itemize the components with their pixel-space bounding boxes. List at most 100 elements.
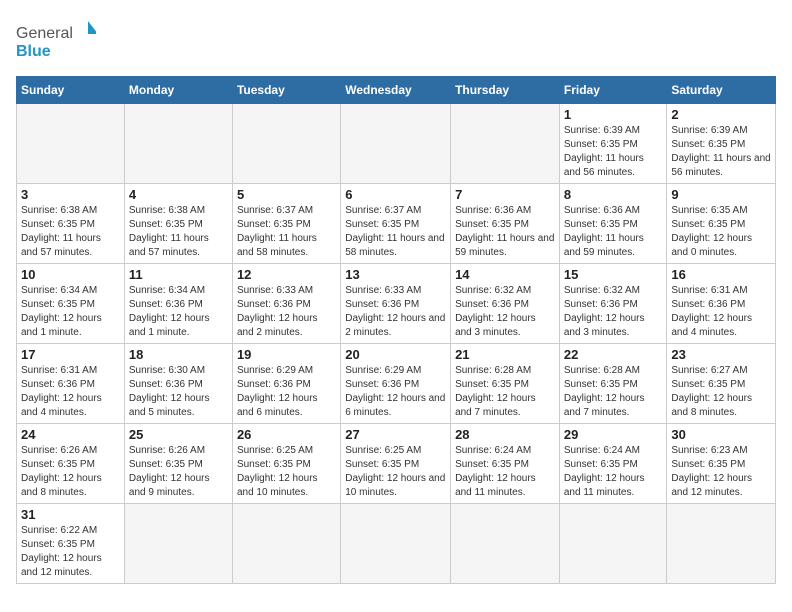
day-number: 13 [345,267,446,282]
calendar-cell: 17 Sunrise: 6:31 AM Sunset: 6:36 PM Dayli… [17,344,125,424]
calendar-cell: 12 Sunrise: 6:33 AM Sunset: 6:36 PM Dayli… [232,264,340,344]
calendar-cell: 13 Sunrise: 6:33 AM Sunset: 6:36 PM Dayli… [341,264,451,344]
calendar-cell: 4 Sunrise: 6:38 AM Sunset: 6:35 PM Daylig… [124,184,232,264]
calendar-cell: 6Sunrise: 6:37 AM Sunset: 6:35 PM Daylig… [341,184,451,264]
day-header-wednesday: Wednesday [341,77,451,104]
day-number: 20 [345,347,446,362]
day-number: 24 [21,427,120,442]
calendar-cell [124,504,232,584]
day-number: 15 [564,267,663,282]
calendar-cell: 16 Sunrise: 6:31 AM Sunset: 6:36 PM Dayli… [667,264,776,344]
calendar-cell: 25 Sunrise: 6:26 AM Sunset: 6:35 PM Dayli… [124,424,232,504]
day-number: 5 [237,187,336,202]
calendar-week-5: 24 Sunrise: 6:26 AM Sunset: 6:35 PM Dayli… [17,424,776,504]
day-number: 4 [129,187,228,202]
calendar-cell: 8Sunrise: 6:36 AM Sunset: 6:35 PM Daylig… [559,184,667,264]
calendar-cell: 15 Sunrise: 6:32 AM Sunset: 6:36 PM Dayli… [559,264,667,344]
day-info: Sunrise: 6:27 AM Sunset: 6:35 PM Dayligh… [671,364,771,420]
day-header-monday: Monday [124,77,232,104]
day-info: Sunrise: 6:30 AM Sunset: 6:36 PM Dayligh… [129,364,228,420]
logo-svg: General Blue [16,16,96,66]
calendar-cell [17,104,125,184]
day-info: Sunrise: 6:24 AM Sunset: 6:35 PM Dayligh… [455,444,555,500]
calendar-cell: 27Sunrise: 6:25 AM Sunset: 6:35 PM Dayli… [341,424,451,504]
calendar-cell: 24 Sunrise: 6:26 AM Sunset: 6:35 PM Dayli… [17,424,125,504]
day-info: Sunrise: 6:31 AM Sunset: 6:36 PM Dayligh… [671,284,771,340]
day-info: Sunrise: 6:33 AM Sunset: 6:36 PM Dayligh… [345,284,446,340]
calendar-cell [451,504,560,584]
calendar-cell [451,104,560,184]
day-info: Sunrise: 6:24 AM Sunset: 6:35 PM Dayligh… [564,444,663,500]
day-number: 27 [345,427,446,442]
calendar-cell: 5 Sunrise: 6:37 AM Sunset: 6:35 PM Daylig… [232,184,340,264]
day-info: Sunrise: 6:34 AM Sunset: 6:36 PM Dayligh… [129,284,228,340]
calendar-cell: 23 Sunrise: 6:27 AM Sunset: 6:35 PM Dayli… [667,344,776,424]
day-info: Sunrise: 6:32 AM Sunset: 6:36 PM Dayligh… [564,284,663,340]
calendar-cell: 10Sunrise: 6:34 AM Sunset: 6:35 PM Dayli… [17,264,125,344]
day-number: 7 [455,187,555,202]
calendar-week-1: 1 Sunrise: 6:39 AM Sunset: 6:35 PM Daylig… [17,104,776,184]
calendar-cell: 1Sunrise: 6:39 AM Sunset: 6:35 PM Daylig… [559,104,667,184]
day-info: Sunrise: 6:37 AM Sunset: 6:35 PM Dayligh… [237,204,336,260]
day-info: Sunrise: 6:39 AM Sunset: 6:35 PM Dayligh… [671,124,771,180]
day-info: Sunrise: 6:26 AM Sunset: 6:35 PM Dayligh… [129,444,228,500]
day-info: Sunrise: 6:29 AM Sunset: 6:36 PM Dayligh… [345,364,446,420]
calendar-cell: 2Sunrise: 6:39 AM Sunset: 6:35 PM Daylig… [667,104,776,184]
calendar-cell: 14Sunrise: 6:32 AM Sunset: 6:36 PM Dayli… [451,264,560,344]
day-info: Sunrise: 6:35 AM Sunset: 6:35 PM Dayligh… [671,204,771,260]
day-header-saturday: Saturday [667,77,776,104]
svg-text:General: General [16,25,73,42]
calendar-cell: 22Sunrise: 6:28 AM Sunset: 6:35 PM Dayli… [559,344,667,424]
day-info: Sunrise: 6:37 AM Sunset: 6:35 PM Dayligh… [345,204,446,260]
day-info: Sunrise: 6:32 AM Sunset: 6:36 PM Dayligh… [455,284,555,340]
day-info: Sunrise: 6:28 AM Sunset: 6:35 PM Dayligh… [455,364,555,420]
calendar-week-6: 31Sunrise: 6:22 AM Sunset: 6:35 PM Dayli… [17,504,776,584]
calendar-cell [559,504,667,584]
calendar-cell: 20 Sunrise: 6:29 AM Sunset: 6:36 PM Dayli… [341,344,451,424]
calendar-cell [232,504,340,584]
calendar-table: SundayMondayTuesdayWednesdayThursdayFrid… [16,76,776,584]
day-number: 31 [21,507,120,522]
day-header-thursday: Thursday [451,77,560,104]
calendar-cell: 21Sunrise: 6:28 AM Sunset: 6:35 PM Dayli… [451,344,560,424]
day-number: 26 [237,427,336,442]
calendar-cell: 9 Sunrise: 6:35 AM Sunset: 6:35 PM Daylig… [667,184,776,264]
day-info: Sunrise: 6:34 AM Sunset: 6:35 PM Dayligh… [21,284,120,340]
day-number: 16 [671,267,771,282]
day-info: Sunrise: 6:23 AM Sunset: 6:35 PM Dayligh… [671,444,771,500]
day-number: 23 [671,347,771,362]
calendar-week-3: 10Sunrise: 6:34 AM Sunset: 6:35 PM Dayli… [17,264,776,344]
day-info: Sunrise: 6:33 AM Sunset: 6:36 PM Dayligh… [237,284,336,340]
day-info: Sunrise: 6:28 AM Sunset: 6:35 PM Dayligh… [564,364,663,420]
calendar-week-2: 3Sunrise: 6:38 AM Sunset: 6:35 PM Daylig… [17,184,776,264]
day-number: 19 [237,347,336,362]
day-number: 25 [129,427,228,442]
calendar-cell [232,104,340,184]
calendar-cell: 7Sunrise: 6:36 AM Sunset: 6:35 PM Daylig… [451,184,560,264]
day-number: 17 [21,347,120,362]
day-number: 28 [455,427,555,442]
day-number: 9 [671,187,771,202]
day-info: Sunrise: 6:25 AM Sunset: 6:35 PM Dayligh… [237,444,336,500]
day-info: Sunrise: 6:29 AM Sunset: 6:36 PM Dayligh… [237,364,336,420]
logo: General Blue [16,16,96,66]
calendar-cell: 19 Sunrise: 6:29 AM Sunset: 6:36 PM Dayli… [232,344,340,424]
day-header-tuesday: Tuesday [232,77,340,104]
calendar-cell: 3Sunrise: 6:38 AM Sunset: 6:35 PM Daylig… [17,184,125,264]
day-info: Sunrise: 6:38 AM Sunset: 6:35 PM Dayligh… [129,204,228,260]
calendar-cell: 28 Sunrise: 6:24 AM Sunset: 6:35 PM Dayli… [451,424,560,504]
day-number: 30 [671,427,771,442]
day-info: Sunrise: 6:38 AM Sunset: 6:35 PM Dayligh… [21,204,120,260]
calendar-cell: 31Sunrise: 6:22 AM Sunset: 6:35 PM Dayli… [17,504,125,584]
day-number: 18 [129,347,228,362]
calendar-cell: 30 Sunrise: 6:23 AM Sunset: 6:35 PM Dayli… [667,424,776,504]
calendar-cell: 26 Sunrise: 6:25 AM Sunset: 6:35 PM Dayli… [232,424,340,504]
calendar-header-row: SundayMondayTuesdayWednesdayThursdayFrid… [17,77,776,104]
day-number: 11 [129,267,228,282]
day-info: Sunrise: 6:31 AM Sunset: 6:36 PM Dayligh… [21,364,120,420]
day-number: 12 [237,267,336,282]
day-info: Sunrise: 6:26 AM Sunset: 6:35 PM Dayligh… [21,444,120,500]
calendar-cell [341,504,451,584]
calendar-week-4: 17 Sunrise: 6:31 AM Sunset: 6:36 PM Dayli… [17,344,776,424]
day-number: 1 [564,107,663,122]
